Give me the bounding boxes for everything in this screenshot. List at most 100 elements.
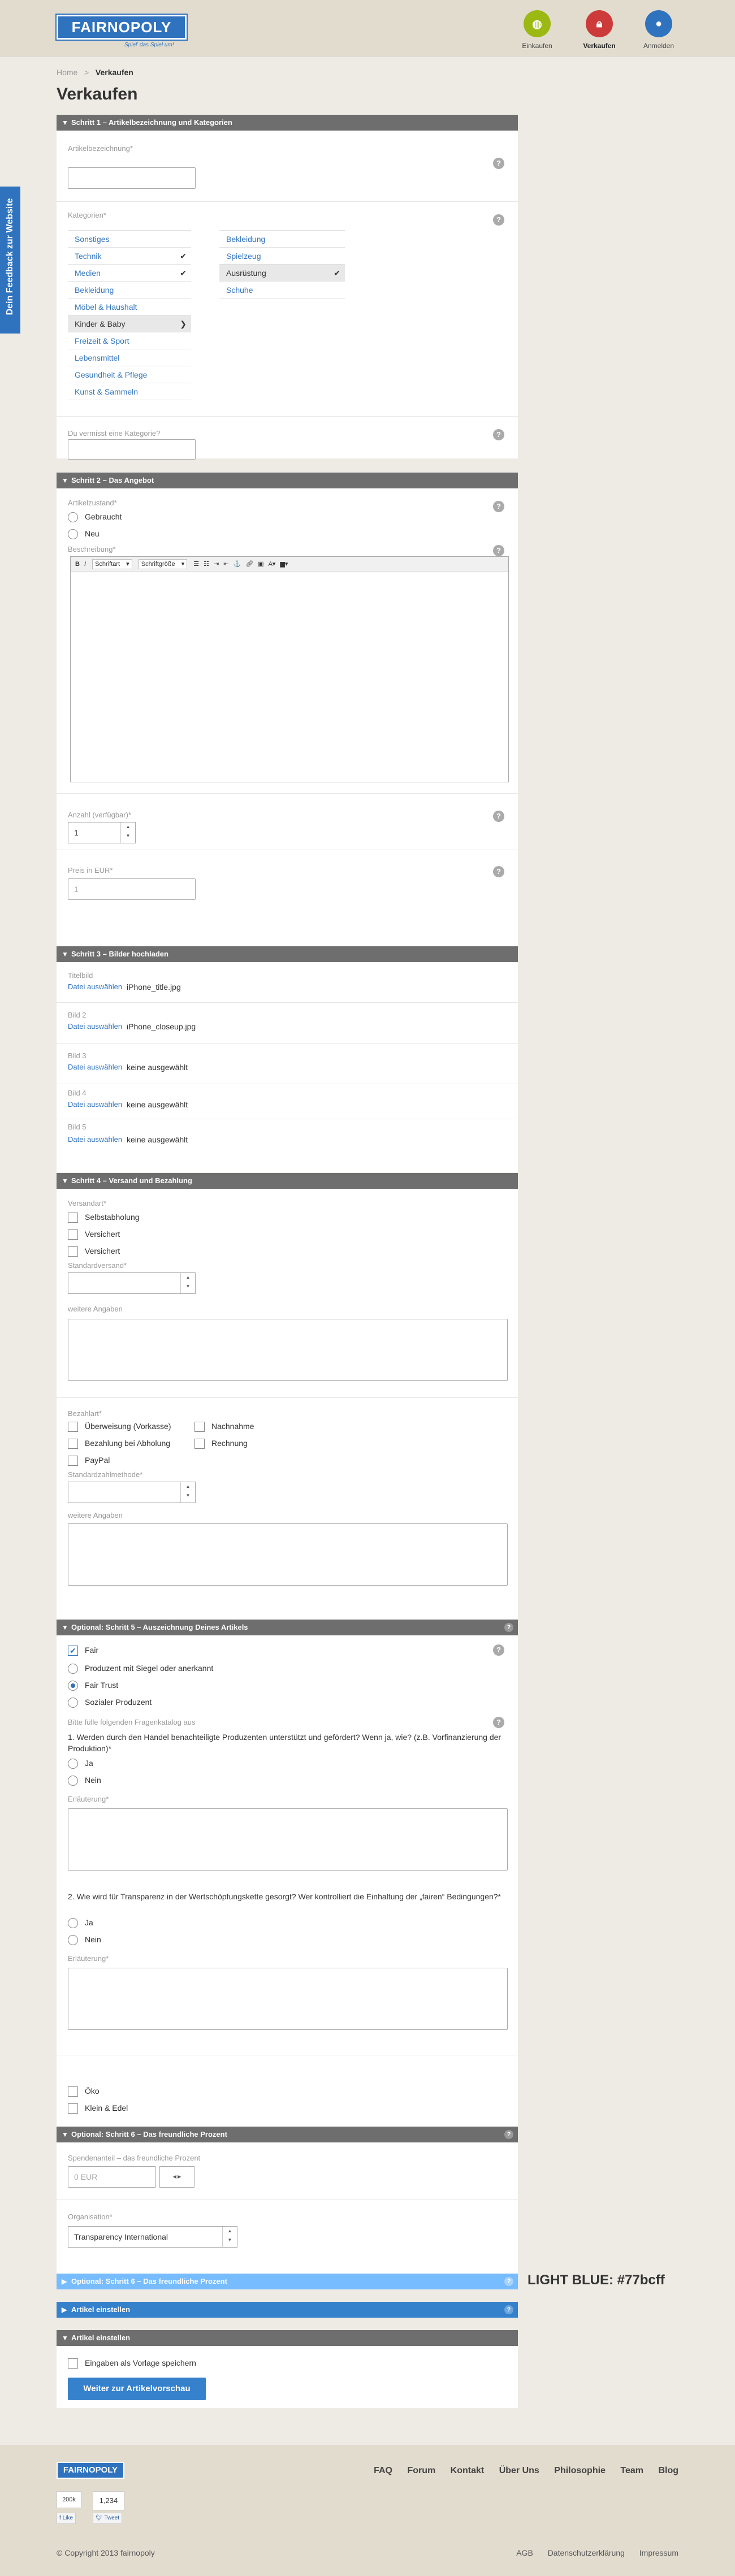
help-icon[interactable]: ? bbox=[493, 1717, 504, 1728]
price-input[interactable]: 1 bbox=[68, 878, 196, 900]
help-icon[interactable]: ? bbox=[493, 158, 504, 169]
footer-logo[interactable]: FAIRNOPOLY bbox=[57, 2462, 124, 2479]
choose-file-button[interactable]: Datei auswählen bbox=[68, 982, 122, 991]
image-icon[interactable]: ▣ bbox=[258, 557, 263, 572]
shipping-info-textarea[interactable] bbox=[68, 1319, 508, 1381]
q2-explanation-textarea[interactable] bbox=[68, 1968, 508, 2030]
legal-link-agb[interactable]: AGB bbox=[516, 2548, 533, 2557]
category-item[interactable]: Sonstiges bbox=[68, 231, 191, 248]
subcategory-item-selected[interactable]: Ausrüstung ✔ bbox=[219, 265, 345, 282]
subcategory-item[interactable]: Spielzeug bbox=[219, 248, 345, 265]
missing-category-input[interactable] bbox=[68, 439, 196, 460]
footer-link-forum[interactable]: Forum bbox=[407, 2466, 435, 2475]
footer-link-blog[interactable]: Blog bbox=[658, 2466, 678, 2475]
category-item[interactable]: Lebensmittel bbox=[68, 349, 191, 366]
help-icon[interactable]: ? bbox=[504, 1623, 513, 1632]
shipping-pickup-checkbox[interactable]: Selbstabholung bbox=[68, 1211, 140, 1223]
category-item[interactable]: Bekleidung bbox=[68, 282, 191, 298]
category-item-selected[interactable]: Kinder & Baby ❯ bbox=[68, 315, 191, 332]
shipping-insured-checkbox[interactable]: Versichert bbox=[68, 1245, 120, 1257]
bg-color-icon[interactable]: ▆▾ bbox=[280, 557, 288, 572]
payment-prepay-checkbox[interactable]: Überweisung (Vorkasse) bbox=[68, 1421, 171, 1432]
nav-verkaufen[interactable]: 🔒︎ Verkaufen bbox=[574, 10, 625, 50]
payment-cod-checkbox[interactable]: Nachnahme bbox=[194, 1421, 254, 1432]
help-icon[interactable]: ? bbox=[493, 1644, 504, 1656]
category-item[interactable]: Technik ✔ bbox=[68, 248, 191, 265]
condition-new-radio[interactable]: Neu bbox=[68, 528, 100, 540]
bold-icon[interactable]: B bbox=[75, 557, 80, 572]
like-button[interactable]: f Like bbox=[57, 2513, 76, 2524]
font-select[interactable]: Schriftart ▾ bbox=[92, 559, 132, 569]
payment-info-textarea[interactable] bbox=[68, 1523, 508, 1586]
category-item[interactable]: Möbel & Haushalt bbox=[68, 298, 191, 315]
article-name-input[interactable] bbox=[68, 167, 196, 189]
category-item[interactable]: Medien ✔ bbox=[68, 265, 191, 282]
small-noble-checkbox[interactable]: Klein & Edel bbox=[68, 2102, 128, 2114]
help-icon[interactable]: ? bbox=[504, 2305, 513, 2314]
choose-file-button[interactable]: Datei auswählen bbox=[68, 1135, 122, 1144]
condition-used-radio[interactable]: Gebraucht bbox=[68, 511, 122, 523]
step5-header[interactable]: ▼ Optional: Schritt 5 – Auszeichnung Dein… bbox=[57, 1620, 518, 1635]
category-item[interactable]: Kunst & Sammeln bbox=[68, 383, 191, 400]
legal-link-imprint[interactable]: Impressum bbox=[639, 2548, 678, 2557]
help-icon[interactable]: ? bbox=[493, 545, 504, 556]
choose-file-button[interactable]: Datei auswählen bbox=[68, 1063, 122, 1071]
help-icon[interactable]: ? bbox=[504, 2277, 513, 2286]
fair-seal-radio[interactable]: Produzent mit Siegel oder anerkannt bbox=[68, 1663, 213, 1674]
help-icon[interactable]: ? bbox=[493, 501, 504, 512]
footer-link-team[interactable]: Team bbox=[620, 2466, 643, 2475]
q2-yes-radio[interactable]: Ja bbox=[68, 1917, 93, 1929]
font-size-select[interactable]: Schriftgröße ▾ bbox=[138, 559, 188, 569]
step6-collapsed-header[interactable]: ▶ Optional: Schritt 6 – Das freundliche P… bbox=[57, 2274, 518, 2289]
nav-einkaufen[interactable]: ◍ Einkaufen bbox=[512, 10, 563, 50]
footer-link-about[interactable]: Über Uns bbox=[499, 2466, 539, 2475]
step4-header[interactable]: ▼ Schritt 4 – Versand und Bezahlung bbox=[57, 1173, 518, 1189]
footer-link-contact[interactable]: Kontakt bbox=[451, 2466, 485, 2475]
outdent-icon[interactable]: ⇤ bbox=[223, 557, 228, 572]
choose-file-button[interactable]: Datei auswählen bbox=[68, 1100, 122, 1109]
save-template-checkbox[interactable]: Eingaben als Vorlage speichern bbox=[68, 2357, 196, 2369]
help-icon[interactable]: ? bbox=[504, 2130, 513, 2139]
step1-header[interactable]: ▼ Schritt 1 – Artikelbezeichnung und Kate… bbox=[57, 115, 518, 131]
q1-yes-radio[interactable]: Ja bbox=[68, 1757, 93, 1769]
footer-link-faq[interactable]: FAQ bbox=[374, 2466, 392, 2475]
indent-icon[interactable]: ⇥ bbox=[214, 557, 219, 572]
help-icon[interactable]: ? bbox=[493, 811, 504, 822]
category-item[interactable]: Gesundheit & Pflege bbox=[68, 366, 191, 383]
tweet-button[interactable]: 🐦︎ Tweet bbox=[93, 2513, 122, 2524]
step3-header[interactable]: ▼ Schritt 3 – Bilder hochladen bbox=[57, 946, 518, 962]
social-producer-radio[interactable]: Sozialer Produzent bbox=[68, 1696, 152, 1708]
step6-header[interactable]: ▼ Optional: Schritt 6 – Das freundliche P… bbox=[57, 2127, 518, 2142]
breadcrumb-home[interactable]: Home bbox=[57, 68, 77, 77]
donation-stepper[interactable]: ◀ ▶ bbox=[159, 2166, 194, 2188]
step2-header[interactable]: ▼ Schritt 2 – Das Angebot bbox=[57, 473, 518, 488]
step7-header[interactable]: ▶ Artikel einstellen? bbox=[57, 2302, 518, 2318]
eco-checkbox[interactable]: Öko bbox=[68, 2085, 100, 2097]
subcategory-item[interactable]: Bekleidung bbox=[219, 231, 345, 248]
logo[interactable]: FAIRNOPOLY Spiel' das Spiel um! bbox=[55, 14, 188, 51]
nav-anmelden[interactable]: ● Anmelden bbox=[633, 10, 684, 50]
help-icon[interactable]: ? bbox=[493, 866, 504, 877]
list-numbered-icon[interactable]: ☷ bbox=[204, 557, 209, 572]
std-payment-select[interactable]: ▲ ▼ bbox=[68, 1482, 196, 1503]
payment-paypal-checkbox[interactable]: PayPal bbox=[68, 1454, 110, 1466]
help-icon[interactable]: ? bbox=[493, 214, 504, 226]
category-item[interactable]: Freizeit & Sport bbox=[68, 332, 191, 349]
shipping-insured-checkbox[interactable]: Versichert bbox=[68, 1228, 120, 1240]
legal-link-privacy[interactable]: Datenschutzerklärung bbox=[548, 2548, 625, 2557]
list-icon[interactable]: ☰ bbox=[193, 557, 199, 572]
link-icon[interactable]: 🔗︎ bbox=[245, 557, 253, 572]
help-icon[interactable]: ? bbox=[493, 429, 504, 440]
subcategory-item[interactable]: Schuhe bbox=[219, 282, 345, 298]
text-color-icon[interactable]: A▾ bbox=[269, 557, 276, 572]
quantity-stepper[interactable]: 1 ▲ ▼ bbox=[68, 822, 136, 843]
fair-trust-radio[interactable]: Fair Trust bbox=[68, 1679, 118, 1691]
description-editor[interactable]: BI Schriftart ▾ Schriftgröße ▾ ☰ ☷ ⇥ ⇤ ⚓ 🔗︎ ▣ A… bbox=[70, 556, 509, 782]
italic-icon[interactable]: I bbox=[84, 557, 86, 572]
q2-no-radio[interactable]: Nein bbox=[68, 1934, 101, 1946]
anchor-icon[interactable]: ⚓ bbox=[233, 557, 241, 572]
organisation-select[interactable]: Transparency International ▲ ▼ bbox=[68, 2226, 237, 2248]
preview-button[interactable]: Weiter zur Artikelvorschau bbox=[68, 2378, 206, 2400]
q1-no-radio[interactable]: Nein bbox=[68, 1774, 101, 1786]
step8-header[interactable]: ▼ Artikel einstellen bbox=[57, 2330, 518, 2346]
